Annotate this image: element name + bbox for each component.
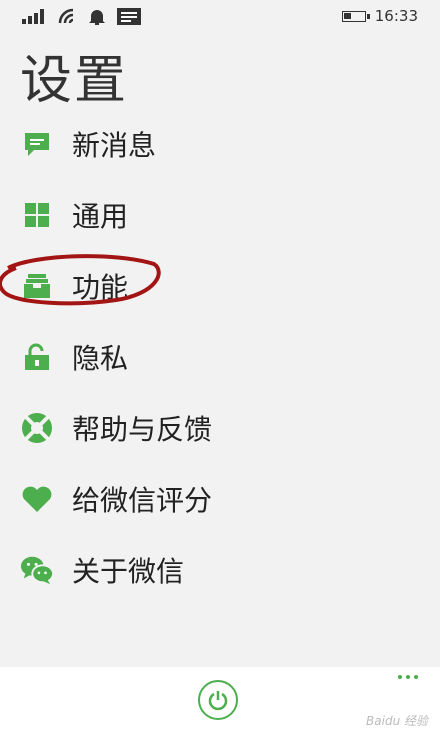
status-time: 16:33 xyxy=(374,7,418,25)
menu-item-general[interactable]: 通用 xyxy=(0,179,440,250)
lifebuoy-icon xyxy=(20,411,54,445)
menu-item-label: 新消息 xyxy=(72,128,157,162)
menu-item-label: 给微信评分 xyxy=(72,483,213,517)
app-bar: Baidu 经验 xyxy=(0,667,440,733)
power-icon xyxy=(208,691,228,711)
menu-item-features[interactable]: 功能 xyxy=(0,250,440,321)
watermark: Baidu 经验 xyxy=(366,714,428,728)
wifi-icon xyxy=(58,8,74,24)
message-icon xyxy=(117,8,141,25)
wechat-icon xyxy=(20,553,54,587)
power-button[interactable] xyxy=(198,680,238,720)
battery-icon xyxy=(342,11,370,22)
menu-item-label: 隐私 xyxy=(72,341,129,375)
settings-menu: 新消息 通用 功能 隐私 帮助与反馈 给微信评分 关于微信 xyxy=(0,108,440,605)
signal-icon xyxy=(22,9,44,24)
menu-item-label: 关于微信 xyxy=(72,554,185,588)
page-title: 设置 xyxy=(20,51,129,111)
menu-item-new-messages[interactable]: 新消息 xyxy=(0,108,440,179)
inbox-icon xyxy=(20,269,54,303)
more-icon[interactable] xyxy=(398,675,418,679)
menu-item-privacy[interactable]: 隐私 xyxy=(0,321,440,392)
menu-item-help-feedback[interactable]: 帮助与反馈 xyxy=(0,392,440,463)
menu-item-rate-wechat[interactable]: 给微信评分 xyxy=(0,463,440,534)
menu-item-label: 通用 xyxy=(72,199,129,233)
status-bar: 16:33 xyxy=(0,0,440,34)
bell-icon xyxy=(89,10,105,25)
menu-item-label: 帮助与反馈 xyxy=(72,412,213,446)
menu-item-about-wechat[interactable]: 关于微信 xyxy=(0,534,440,605)
message-icon xyxy=(20,127,54,161)
heart-icon xyxy=(20,482,54,516)
menu-item-label: 功能 xyxy=(72,270,129,304)
grid-icon xyxy=(20,198,54,232)
lock-icon xyxy=(20,340,54,374)
